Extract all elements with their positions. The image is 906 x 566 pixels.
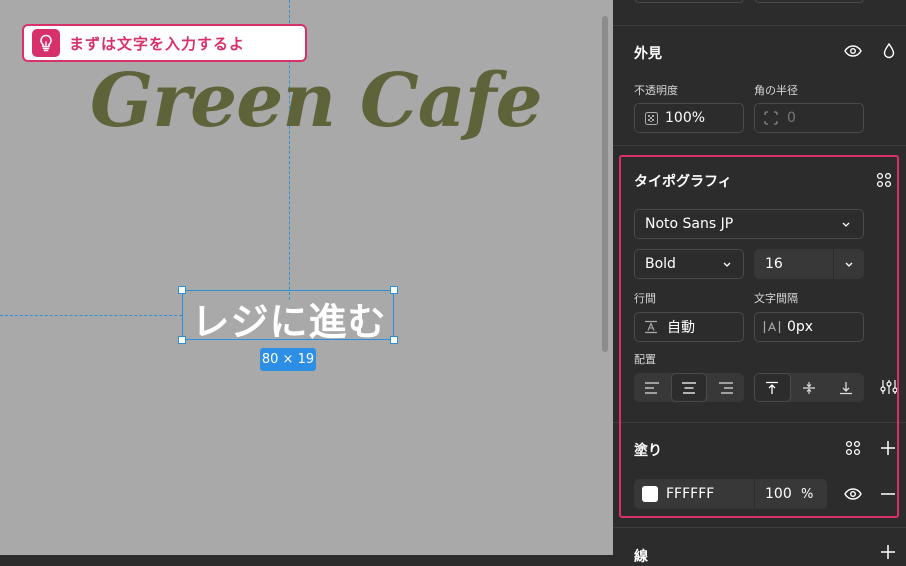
- divider: [613, 527, 906, 528]
- font-weight-select[interactable]: Bold: [634, 249, 744, 279]
- divider: [613, 145, 906, 146]
- fill-visibility-eye-icon[interactable]: [842, 483, 864, 505]
- opacity-field[interactable]: 100%: [634, 103, 744, 133]
- fill-opacity-value[interactable]: 100: [765, 486, 801, 502]
- opacity-value: 100%: [665, 110, 706, 126]
- selected-text-layer[interactable]: レジに進む: [186, 291, 392, 346]
- vertical-align-group: [754, 373, 864, 402]
- properties-panel: 外見 不透明度 角の半径 100% 0 タイポグラフィ Noto Sans JP…: [613, 0, 906, 565]
- align-middle-icon[interactable]: [791, 373, 828, 402]
- chevron-down-icon: [839, 222, 853, 227]
- resize-handle-top-left[interactable]: [178, 286, 186, 294]
- font-weight-value: Bold: [645, 256, 676, 272]
- fill-styles-grid-icon[interactable]: [842, 437, 864, 459]
- divider: [613, 25, 906, 26]
- fill-hex-value[interactable]: FFFFFF: [666, 486, 754, 502]
- align-center-icon[interactable]: [670, 373, 708, 402]
- cut-off-field-right[interactable]: [754, 0, 864, 3]
- line-height-field[interactable]: 自動: [634, 312, 744, 342]
- fill-color-field[interactable]: FFFFFF 100 %: [634, 479, 827, 509]
- typography-title: タイポグラフィ: [634, 174, 732, 190]
- stroke-title: 線: [634, 549, 648, 565]
- font-size-field[interactable]: 16: [754, 249, 864, 279]
- align-bottom-icon[interactable]: [827, 373, 864, 402]
- letter-spacing-icon: [763, 319, 781, 335]
- corner-radius-field[interactable]: 0: [754, 103, 864, 133]
- line-height-value: 自動: [667, 320, 695, 336]
- fill-title: 塗り: [634, 443, 662, 459]
- font-family-select[interactable]: Noto Sans JP: [634, 209, 864, 239]
- corner-radius-value: 0: [787, 110, 796, 126]
- cut-off-field-left[interactable]: [634, 0, 744, 3]
- droplet-icon[interactable]: [879, 40, 899, 62]
- font-size-value: 16: [765, 256, 783, 272]
- tip-callout: まずは文字を入力するよ: [22, 24, 307, 62]
- opacity-checker-icon: [644, 111, 658, 125]
- eye-icon[interactable]: [842, 40, 864, 62]
- corner-radius-label: 角の半径: [754, 84, 798, 97]
- type-settings-sliders-icon[interactable]: [878, 376, 900, 398]
- appearance-title: 外見: [634, 46, 662, 62]
- lightbulb-icon: [32, 29, 60, 57]
- add-stroke-plus-icon[interactable]: [877, 541, 899, 563]
- letter-spacing-value: 0px: [787, 319, 814, 335]
- styles-grid-icon[interactable]: [873, 169, 895, 191]
- fill-field-separator: [754, 479, 755, 509]
- horizontal-align-group: [634, 373, 744, 402]
- font-family-value: Noto Sans JP: [645, 216, 734, 232]
- line-height-icon: [643, 319, 659, 335]
- align-right-icon[interactable]: [707, 373, 744, 402]
- resize-handle-bottom-left[interactable]: [178, 336, 186, 344]
- alignment-label: 配置: [634, 353, 656, 366]
- remove-fill-minus-icon[interactable]: [877, 483, 899, 505]
- letter-spacing-label: 文字間隔: [754, 292, 798, 305]
- horizontal-guide-line: [0, 315, 182, 316]
- logo-text-green-cafe[interactable]: Green Cafe: [90, 58, 543, 144]
- design-canvas[interactable]: まずは文字を入力するよ Green Cafe レジに進む 80 × 19: [0, 0, 613, 555]
- add-fill-plus-icon[interactable]: [877, 437, 899, 459]
- letter-spacing-field[interactable]: 0px: [754, 312, 864, 342]
- chevron-down-icon: [720, 262, 734, 267]
- line-height-label: 行間: [634, 292, 656, 305]
- align-left-icon[interactable]: [634, 373, 671, 402]
- fill-color-swatch[interactable]: [642, 486, 658, 502]
- fill-percent-sign: %: [801, 486, 814, 502]
- canvas-scrollbar[interactable]: [602, 16, 608, 352]
- chevron-down-icon[interactable]: [833, 249, 864, 279]
- dimension-badge: 80 × 19: [260, 348, 316, 371]
- divider: [613, 422, 906, 423]
- opacity-label: 不透明度: [634, 84, 678, 97]
- tip-text: まずは文字を入力するよ: [69, 34, 246, 53]
- align-top-icon[interactable]: [754, 373, 791, 402]
- corner-radius-icon: [763, 110, 779, 126]
